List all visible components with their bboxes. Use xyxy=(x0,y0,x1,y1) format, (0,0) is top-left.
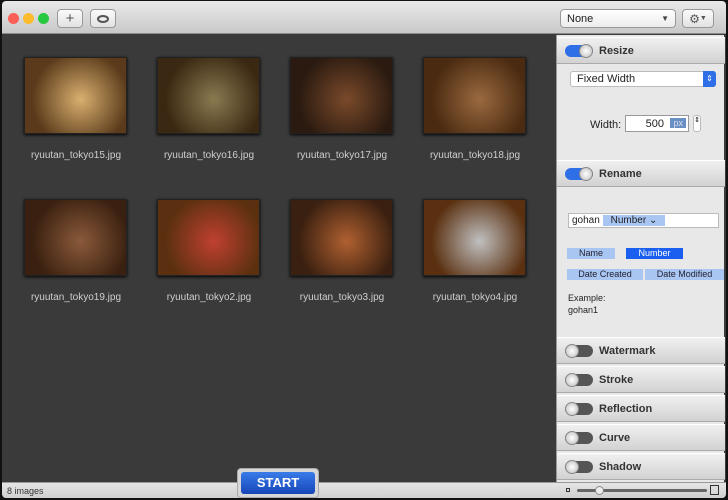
resize-toggle[interactable] xyxy=(565,43,593,58)
curve-toggle[interactable] xyxy=(565,430,593,445)
slider-thumb[interactable] xyxy=(595,486,605,495)
image-thumbnail[interactable] xyxy=(290,57,393,134)
small-thumb-icon xyxy=(566,488,570,492)
close-button[interactable] xyxy=(8,13,19,24)
section-stroke[interactable]: Stroke xyxy=(557,366,725,393)
reflection-toggle[interactable] xyxy=(565,401,593,416)
rename-pattern-input[interactable]: gohan Number ⌄ xyxy=(568,213,719,228)
section-watermark[interactable]: Watermark xyxy=(557,337,725,364)
rename-example: Example: gohan1 xyxy=(568,293,606,315)
tag-number[interactable]: Number xyxy=(626,248,683,259)
image-thumbnail[interactable] xyxy=(423,57,526,134)
preview-button[interactable] xyxy=(90,9,116,28)
section-shadow[interactable]: Shadow xyxy=(557,453,725,480)
image-filename: ryuutan_tokyo3.jpg xyxy=(299,292,385,303)
image-filename: ryuutan_tokyo15.jpg xyxy=(30,150,122,161)
rename-toggle[interactable] xyxy=(565,166,593,181)
gear-icon: ⚙ xyxy=(689,11,700,26)
image-filename: ryuutan_tokyo18.jpg xyxy=(429,150,521,161)
image-filename: ryuutan_tokyo16.jpg xyxy=(163,150,255,161)
image-thumbnail[interactable] xyxy=(157,57,260,134)
image-filename: ryuutan_tokyo17.jpg xyxy=(296,150,388,161)
image-thumbnail[interactable] xyxy=(157,199,260,276)
settings-button[interactable]: ⚙ ▼ xyxy=(682,9,714,28)
image-filename: ryuutan_tokyo4.jpg xyxy=(432,292,518,303)
app-window: + None ▼ ⚙ ▼ ryuutan_tokyo15.jpg ryuutan_to… xyxy=(2,1,726,498)
minimize-button[interactable] xyxy=(23,13,34,24)
section-resize[interactable]: Resize xyxy=(557,37,725,64)
settings-sidebar: Resize Fixed Width ⇕ Width: 500 px ⇕ Renam… xyxy=(556,35,725,482)
image-filename: ryuutan_tokyo2.jpg xyxy=(166,292,252,303)
width-input[interactable]: 500 px xyxy=(625,115,689,132)
tag-date-created[interactable]: Date Created xyxy=(567,269,643,280)
large-thumb-icon xyxy=(710,485,719,495)
chevron-down-icon: ▼ xyxy=(661,14,669,23)
add-button[interactable]: + xyxy=(57,9,83,28)
eye-icon xyxy=(97,14,109,23)
plus-icon: + xyxy=(65,10,75,27)
section-reflection[interactable]: Reflection xyxy=(557,395,725,422)
image-filename: ryuutan_tokyo19.jpg xyxy=(30,292,122,303)
thumbnail-size-slider[interactable] xyxy=(577,486,707,495)
watermark-toggle[interactable] xyxy=(565,343,593,358)
width-stepper[interactable]: ⇕ xyxy=(693,115,701,132)
image-thumbnail[interactable] xyxy=(290,199,393,276)
image-grid: ryuutan_tokyo15.jpg ryuutan_tokyo16.jpg ry… xyxy=(2,35,556,482)
tag-name[interactable]: Name xyxy=(567,248,615,259)
updown-icon: ⇕ xyxy=(703,71,716,87)
preset-select[interactable]: None ▼ xyxy=(560,9,676,28)
image-thumbnail[interactable] xyxy=(24,57,127,134)
number-token[interactable]: Number ⌄ xyxy=(602,215,666,226)
start-button[interactable]: START xyxy=(237,468,319,498)
tag-date-modified[interactable]: Date Modified xyxy=(645,269,724,280)
image-thumbnail[interactable] xyxy=(24,199,127,276)
shadow-toggle[interactable] xyxy=(565,459,593,474)
section-rename[interactable]: Rename xyxy=(557,160,725,187)
zoom-button[interactable] xyxy=(38,13,49,24)
status-bar: 8 images xyxy=(2,482,726,498)
resize-mode-select[interactable]: Fixed Width ⇕ xyxy=(570,71,716,87)
toolbar: + None ▼ ⚙ ▼ xyxy=(2,1,726,34)
section-curve[interactable]: Curve xyxy=(557,424,725,451)
image-thumbnail[interactable] xyxy=(423,199,526,276)
stroke-toggle[interactable] xyxy=(565,372,593,387)
